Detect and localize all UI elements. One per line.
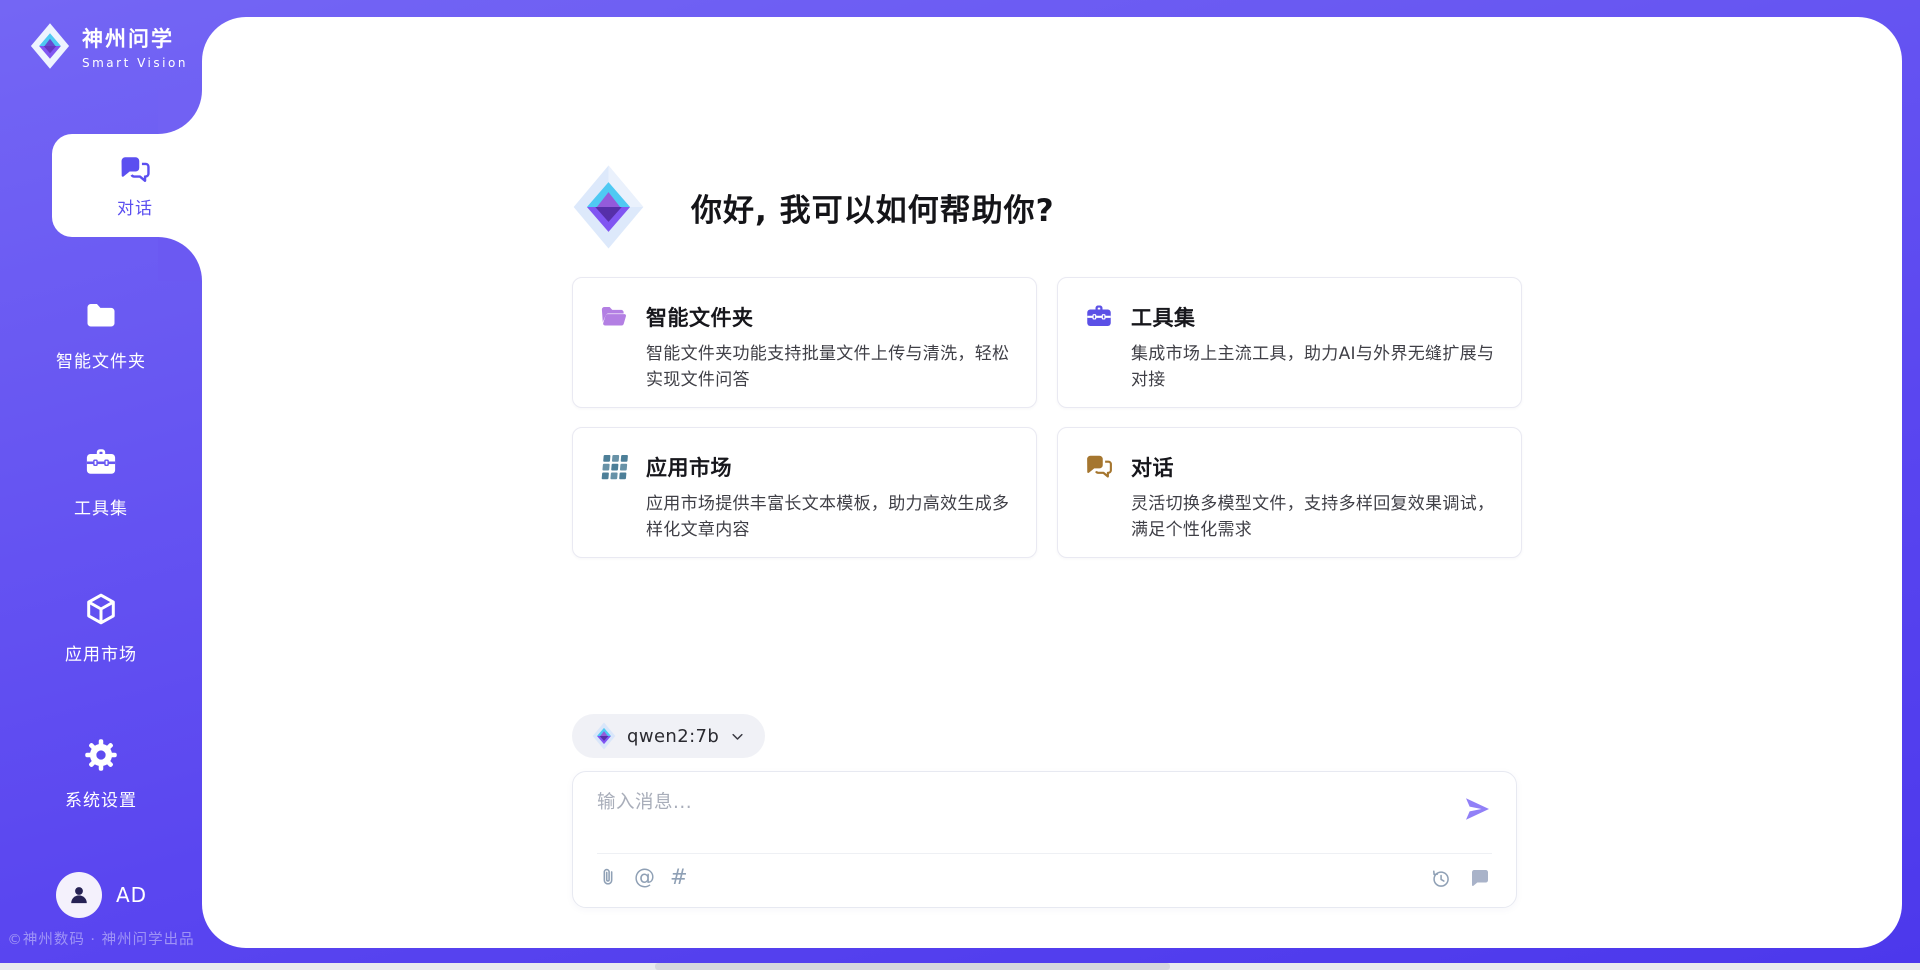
tab-fillet-top: [158, 90, 202, 134]
sidebar-item-label: 系统设置: [0, 786, 202, 811]
composer-left-tools: @ #: [597, 866, 688, 888]
sidebar: 神州问学 Smart Vision 对话 智能文件夹 工具集: [0, 0, 202, 963]
assistant-gem-icon: [572, 163, 645, 251]
feature-cards: 智能文件夹 智能文件夹功能支持批量文件上传与清洗，轻松实现文件问答 工具集 集成…: [572, 277, 1522, 558]
model-name: qwen2:7b: [627, 726, 719, 747]
card-title: 智能文件夹: [646, 302, 754, 332]
mention-button[interactable]: @: [634, 867, 655, 888]
card-description: 应用市场提供丰富长文本模板，助力高效生成多样化文章内容: [646, 492, 1010, 543]
toolbox-icon: [83, 445, 119, 481]
sidebar-item-smart-folder[interactable]: 智能文件夹: [0, 298, 202, 372]
main-panel: 你好, 我可以如何帮助你? 智能文件夹 智能文件夹功能支持批量文件上传与清洗，轻…: [202, 17, 1902, 948]
gear-icon: [83, 737, 119, 773]
card-title: 工具集: [1131, 302, 1196, 332]
card-app-market[interactable]: 应用市场 应用市场提供丰富长文本模板，助力高效生成多样化文章内容: [572, 427, 1037, 558]
card-description: 智能文件夹功能支持批量文件上传与清洗，轻松实现文件问答: [646, 342, 1010, 393]
app-brand[interactable]: 神州问学 Smart Vision: [30, 22, 188, 70]
composer-right-tools: [1429, 866, 1492, 890]
avatar[interactable]: [56, 872, 102, 918]
chat-icon: [1084, 452, 1114, 482]
attach-button[interactable]: [597, 866, 619, 888]
brand-name: 神州问学: [82, 23, 188, 53]
sidebar-item-settings[interactable]: 系统设置: [0, 737, 202, 811]
card-description: 集成市场上主流工具，助力AI与外界无缝扩展与对接: [1131, 342, 1495, 393]
history-button[interactable]: [1429, 867, 1452, 890]
history-clock-icon: [1429, 867, 1452, 890]
hashtag-button[interactable]: #: [670, 867, 688, 888]
apps-grid-icon: [599, 452, 629, 482]
sidebar-item-label: 智能文件夹: [0, 347, 202, 372]
card-description: 灵活切换多模型文件，支持多样回复效果调试，满足个性化需求: [1131, 492, 1495, 543]
model-selector[interactable]: qwen2:7b: [572, 714, 765, 758]
send-button[interactable]: [1462, 794, 1492, 824]
sidebar-item-app-market[interactable]: 应用市场: [0, 591, 202, 665]
person-icon: [66, 882, 92, 908]
chat-icon: [118, 153, 152, 187]
card-toolbox[interactable]: 工具集 集成市场上主流工具，助力AI与外界无缝扩展与对接: [1057, 277, 1522, 408]
horizontal-scrollbar[interactable]: [0, 963, 1920, 970]
cube-icon: [83, 591, 119, 627]
copyright-text: ©神州数码 · 神州问学出品: [0, 928, 202, 949]
scrollbar-thumb[interactable]: [655, 963, 1170, 970]
card-chat[interactable]: 对话 灵活切换多模型文件，支持多样回复效果调试，满足个性化需求: [1057, 427, 1522, 558]
greeting-text: 你好, 我可以如何帮助你?: [691, 185, 1055, 230]
message-composer: @ #: [572, 771, 1517, 908]
sidebar-item-chat[interactable]: 对话: [52, 134, 218, 237]
brand-gem-icon: [30, 22, 70, 70]
card-title: 应用市场: [646, 452, 732, 482]
chat-mode-button[interactable]: [1468, 866, 1492, 890]
chevron-down-icon: [730, 729, 745, 744]
folder-open-icon: [599, 302, 629, 332]
tab-fillet-bottom: [158, 237, 202, 281]
card-title: 对话: [1131, 452, 1174, 482]
sidebar-item-label: 对话: [117, 194, 153, 219]
user-account[interactable]: AD: [56, 872, 147, 918]
sidebar-item-label: 工具集: [0, 494, 202, 519]
message-input[interactable]: [597, 788, 1437, 846]
toolbox-icon: [1084, 302, 1114, 332]
brand-subtitle: Smart Vision: [82, 56, 188, 70]
model-gem-icon: [592, 722, 616, 750]
folder-icon: [83, 298, 119, 334]
card-smart-folder[interactable]: 智能文件夹 智能文件夹功能支持批量文件上传与清洗，轻松实现文件问答: [572, 277, 1037, 408]
greeting: 你好, 我可以如何帮助你?: [572, 163, 1055, 251]
chat-bubble-icon: [1468, 866, 1492, 890]
paperclip-icon: [597, 866, 619, 888]
sidebar-item-label: 应用市场: [0, 640, 202, 665]
send-icon: [1462, 794, 1492, 824]
composer-divider: [597, 853, 1492, 854]
user-name: AD: [116, 883, 147, 907]
sidebar-item-toolbox[interactable]: 工具集: [0, 445, 202, 519]
